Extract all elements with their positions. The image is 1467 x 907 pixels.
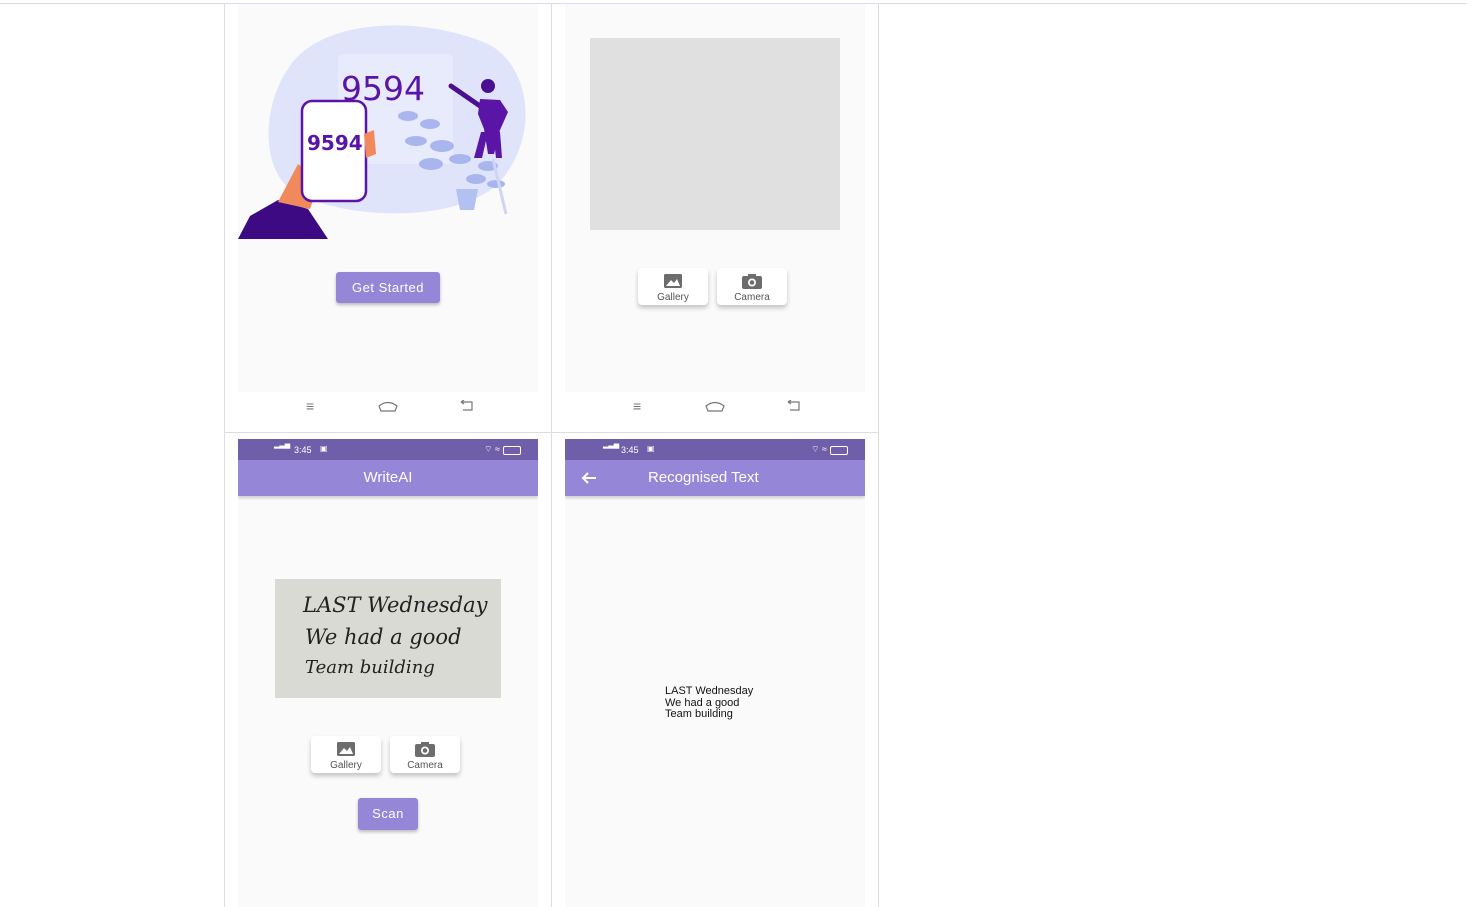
gallery-button[interactable]: Gallery: [311, 736, 381, 773]
signal-icon: ▂▃▅: [274, 442, 291, 449]
status-time: 3:45: [621, 445, 639, 455]
grid-line: [551, 4, 552, 907]
camera-label: Camera: [407, 760, 443, 771]
home-icon[interactable]: [378, 400, 398, 412]
grid-line: [878, 4, 879, 907]
selected-handwriting-image: LAST Wednesday We had a good Team buildi…: [275, 579, 501, 698]
arrow-left-icon[interactable]: [581, 471, 597, 485]
handwriting-line: We had a good: [305, 625, 462, 649]
camera-button[interactable]: Camera: [717, 268, 787, 305]
ocr-illustration: 9594 9594: [238, 25, 526, 239]
menu-icon[interactable]: ≡: [633, 399, 641, 413]
picker-screen: Gallery Camera: [565, 4, 865, 392]
camera-icon: [415, 742, 435, 757]
camera-label: Camera: [734, 292, 770, 303]
status-time: 3:45: [294, 445, 312, 455]
onboarding-screen: 9594 9594 Get Started: [238, 4, 538, 392]
app-bar: Recognised Text: [565, 460, 865, 496]
gallery-button[interactable]: Gallery: [638, 268, 708, 305]
system-nav-bar: ≡: [238, 392, 538, 420]
wifi-icon: ⌔ ≈: [484, 444, 500, 454]
notification-icon: ▣: [647, 444, 655, 453]
system-nav-bar: ≡: [565, 392, 865, 420]
phone-number: 9594: [307, 131, 363, 155]
recognised-text-block: LAST Wednesday We had a good Team buildi…: [665, 685, 754, 721]
get-started-button[interactable]: Get Started: [336, 272, 440, 303]
home-icon[interactable]: [705, 400, 725, 412]
back-icon[interactable]: [459, 400, 474, 412]
image-icon: [664, 274, 682, 288]
camera-button[interactable]: Camera: [390, 736, 460, 773]
gallery-label: Gallery: [657, 292, 689, 303]
handwriting-line: Team building: [305, 657, 435, 678]
camera-icon: [742, 274, 762, 289]
notification-icon: ▣: [320, 444, 328, 453]
battery-icon: [830, 446, 848, 455]
writeai-screen: ▂▃▅ 3:45 ▣ ⌔ ≈ WriteAI LAST Wednesday We…: [238, 439, 538, 907]
recognised-line: Team building: [665, 708, 733, 720]
status-bar: ▂▃▅ 3:45 ▣ ⌔ ≈: [565, 439, 865, 460]
grid-line: [224, 4, 225, 907]
gallery-label: Gallery: [330, 760, 362, 771]
app-title: WriteAI: [363, 469, 413, 486]
back-icon[interactable]: [786, 400, 801, 412]
signal-icon: ▂▃▅: [603, 442, 620, 449]
handwriting-line: LAST Wednesday: [303, 593, 488, 617]
app-title: Recognised Text: [648, 469, 759, 486]
scan-button[interactable]: Scan: [358, 798, 418, 830]
grid-line: [225, 432, 879, 433]
battery-icon: [503, 446, 521, 455]
menu-icon[interactable]: ≡: [306, 399, 314, 413]
image-placeholder: [590, 38, 840, 230]
recognised-text-screen: ▂▃▅ 3:45 ▣ ⌔ ≈ Recognised Text LAST Wedn…: [565, 439, 865, 907]
status-bar: ▂▃▅ 3:45 ▣ ⌔ ≈: [238, 439, 538, 460]
wifi-icon: ⌔ ≈: [811, 444, 827, 454]
image-icon: [337, 742, 355, 756]
app-bar: WriteAI: [238, 460, 538, 496]
recognised-line: LAST Wednesday: [665, 685, 754, 697]
